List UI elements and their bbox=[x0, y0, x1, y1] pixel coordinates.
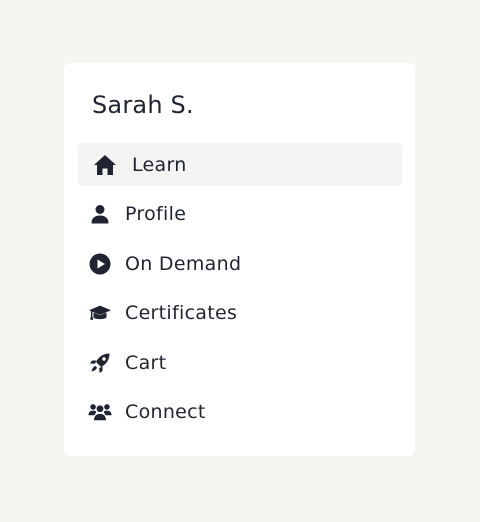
home-icon bbox=[93, 153, 117, 177]
users-icon bbox=[88, 400, 112, 424]
nav-menu: Learn Profile On Demand Certificates Car… bbox=[78, 143, 402, 440]
menu-item-learn[interactable]: Learn bbox=[78, 143, 402, 186]
menu-item-connect[interactable]: Connect bbox=[78, 391, 402, 434]
menu-item-label: Cart bbox=[125, 351, 167, 374]
menu-item-label: Learn bbox=[132, 153, 187, 176]
menu-item-label: Profile bbox=[125, 203, 187, 225]
menu-item-profile[interactable]: Profile bbox=[78, 193, 402, 236]
menu-item-label: On Demand bbox=[125, 252, 242, 275]
menu-item-on-demand[interactable]: On Demand bbox=[78, 242, 402, 285]
user-icon bbox=[88, 202, 112, 226]
menu-item-cart[interactable]: Cart bbox=[78, 341, 402, 384]
menu-item-label: Certificates bbox=[125, 302, 238, 324]
play-circle-icon bbox=[88, 252, 112, 276]
menu-item-certificates[interactable]: Certificates bbox=[78, 292, 402, 335]
rocket-icon bbox=[88, 351, 112, 375]
user-menu-card: Sarah S. Learn Profile On Demand Certifi… bbox=[64, 63, 415, 456]
graduation-cap-icon bbox=[88, 301, 112, 325]
user-name: Sarah S. bbox=[92, 91, 194, 119]
menu-item-label: Connect bbox=[125, 401, 206, 423]
